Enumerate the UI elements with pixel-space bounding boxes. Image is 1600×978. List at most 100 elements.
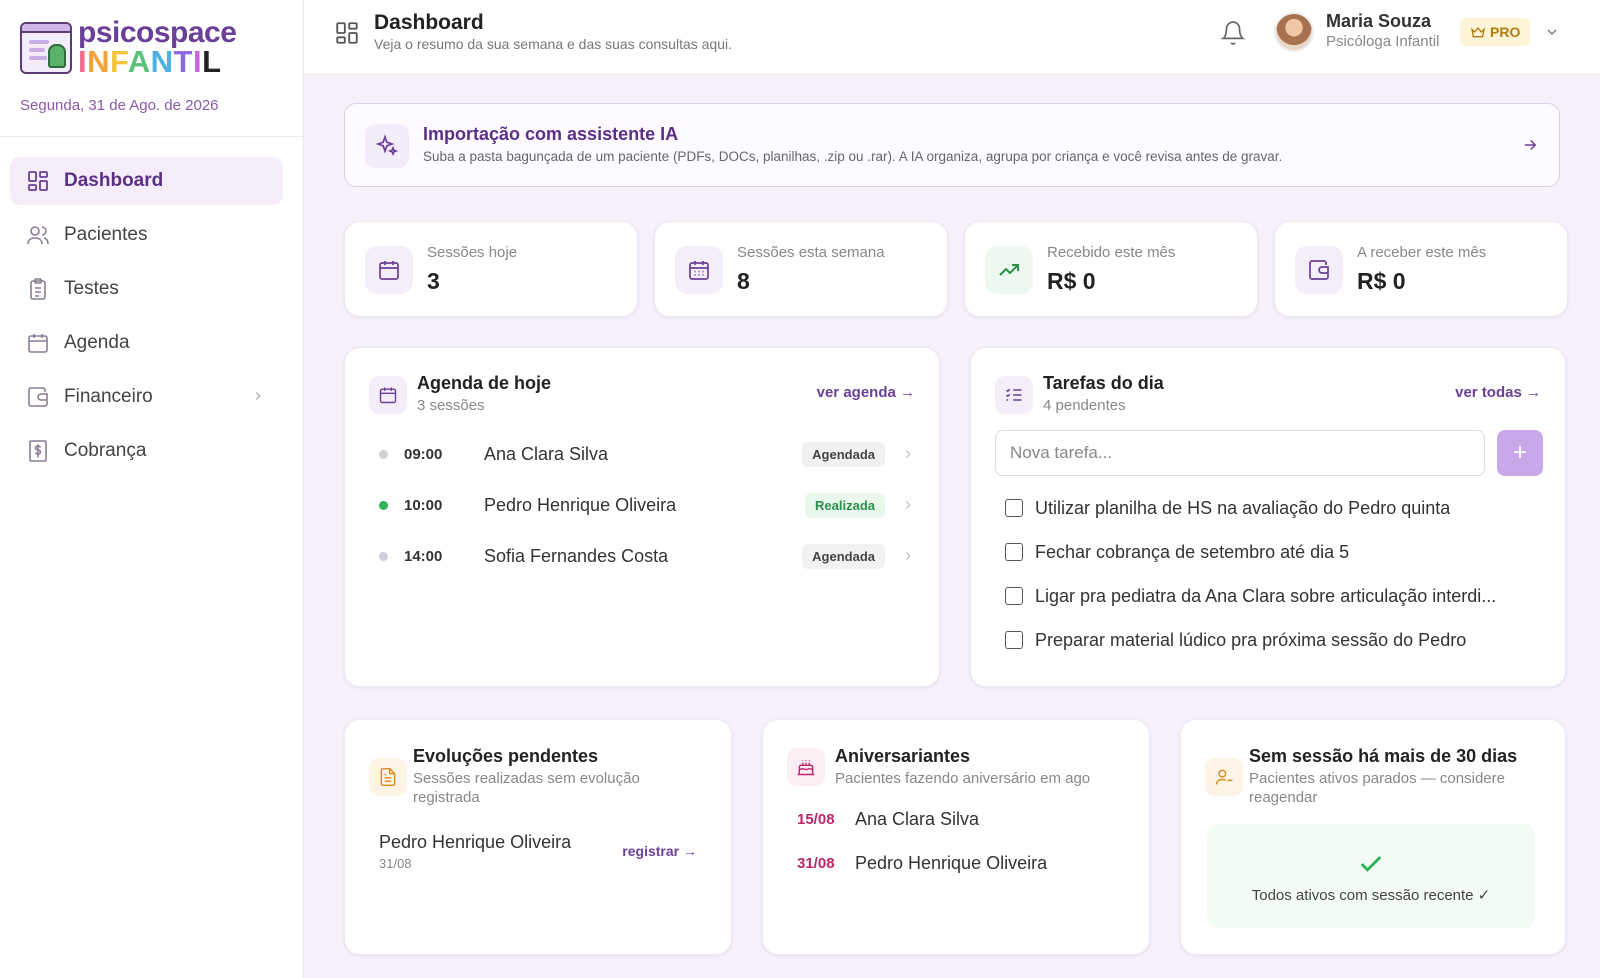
stat-card-sessions-today: Sessões hoje 3: [344, 221, 638, 317]
status-badge: Agendada: [802, 543, 885, 569]
calendar-icon: [28, 334, 48, 353]
status-dot: [379, 449, 388, 459]
task-item[interactable]: Ligar pra pediatra da Ana Clara sobre ar…: [1005, 581, 1545, 611]
ai-banner-subtitle: Suba a pasta bagunçada de um paciente (P…: [423, 149, 1283, 164]
stat-card-sessions-week: Sessões esta semana 8: [654, 221, 948, 317]
task-text: Ligar pra pediatra da Ana Clara sobre ar…: [1035, 585, 1497, 606]
ai-import-banner[interactable]: Importação com assistente IA Suba a past…: [344, 103, 1560, 187]
trending-up-icon: [985, 246, 1033, 294]
birthdays-subtitle: Pacientes fazendo aniversário em ago: [835, 770, 1091, 787]
sparkles-icon: [365, 124, 409, 168]
view-all-tasks-link[interactable]: ver todas →: [1455, 384, 1541, 401]
wallet-icon: [28, 387, 48, 407]
appointment-patient: Sofia Fernandes Costa: [484, 545, 669, 566]
birthday-row[interactable]: 31/08 Pedro Henrique Oliveira: [797, 853, 1047, 874]
avatar[interactable]: [1274, 12, 1314, 52]
plan-badge: PRO: [1460, 18, 1531, 46]
calendar-icon: [365, 246, 413, 294]
appointment-row[interactable]: 10:00 Pedro Henrique Oliveira Realizada: [369, 485, 919, 525]
inactive-patients-card: Sem sessão há mais de 30 dias Pacientes …: [1180, 719, 1566, 955]
sidebar-item-agenda[interactable]: Agenda: [10, 319, 283, 367]
birthdays-title: Aniversariantes: [835, 746, 971, 766]
sidebar-item-testes[interactable]: Testes: [10, 265, 283, 313]
stat-label: Sessões hoje: [427, 244, 518, 261]
chevron-right-icon: [255, 392, 261, 400]
sidebar-item-pacientes[interactable]: Pacientes: [10, 211, 283, 259]
task-checkbox[interactable]: [1005, 631, 1023, 649]
inactive-subtitle: Pacientes ativos parados — considere rea…: [1249, 770, 1505, 806]
appointment-time: 14:00: [404, 547, 443, 565]
main-content: Importação com assistente IA Suba a past…: [304, 75, 1600, 978]
appointment-time: 10:00: [404, 496, 443, 514]
sidebar-item-label: Agenda: [64, 332, 130, 353]
add-task-button[interactable]: +: [1497, 430, 1543, 476]
sidebar-item-cobranca[interactable]: Cobrança: [10, 427, 283, 475]
register-evolution-link[interactable]: registrar →: [622, 843, 697, 859]
task-text: Preparar material lúdico pra próxima ses…: [1035, 629, 1467, 650]
brand-area: psicospace INFANTIL Segunda, 31 de Ago. …: [0, 0, 303, 137]
logo-mascot-icon: [20, 21, 72, 74]
user-name: Maria Souza: [1326, 11, 1432, 31]
status-badge: Realizada: [805, 492, 885, 518]
stat-value: R$ 0: [1047, 268, 1096, 294]
status-dot: [379, 500, 388, 510]
birthday-date: 31/08: [797, 855, 835, 872]
sidebar-item-label: Cobrança: [64, 440, 147, 461]
document-icon: [369, 758, 407, 796]
birthday-row[interactable]: 15/08 Ana Clara Silva: [797, 809, 979, 830]
appointment-patient: Pedro Henrique Oliveira: [484, 494, 677, 515]
new-task-input[interactable]: [995, 430, 1485, 476]
sidebar-item-label: Dashboard: [64, 170, 164, 191]
task-checkbox[interactable]: [1005, 543, 1023, 561]
task-item[interactable]: Utilizar planilha de HS na avaliação do …: [1005, 493, 1545, 523]
calendar-icon: [369, 376, 407, 414]
checklist-icon: [995, 376, 1033, 414]
sidebar-item-dashboard[interactable]: Dashboard: [10, 157, 283, 205]
appointment-row[interactable]: 14:00 Sofia Fernandes Costa Agendada: [369, 536, 919, 576]
task-item[interactable]: Preparar material lúdico pra próxima ses…: [1005, 625, 1545, 655]
users-icon: [27, 226, 49, 245]
agenda-today-card: Agenda de hoje 3 sessões ver agenda → 09…: [344, 347, 940, 687]
page-title: Dashboard: [374, 11, 484, 34]
dollar-doc-icon: [29, 440, 47, 462]
birthday-name: Ana Clara Silva: [855, 809, 980, 829]
tasks-today-card: Tarefas do dia 4 pendentes ver todas → +…: [970, 347, 1566, 687]
user-role: Psicóloga Infantil: [1326, 33, 1440, 50]
chevron-down-icon[interactable]: [1544, 24, 1560, 40]
sidebar-item-label: Testes: [64, 278, 119, 299]
calendar-grid-icon: [675, 246, 723, 294]
view-agenda-link[interactable]: ver agenda →: [817, 384, 915, 401]
stat-card-received-month: Recebido este mês R$ 0: [964, 221, 1258, 317]
birthday-name: Pedro Henrique Oliveira: [855, 853, 1048, 873]
pending-session-date: 31/08: [379, 856, 412, 871]
task-item[interactable]: Fechar cobrança de setembro até dia 5: [1005, 537, 1545, 567]
logo[interactable]: psicospace INFANTIL: [20, 18, 303, 77]
dashboard-icon: [28, 171, 48, 191]
stat-value: R$ 0: [1357, 268, 1406, 294]
user-clock-icon: [1205, 758, 1243, 796]
crown-icon: [1470, 26, 1486, 38]
current-date: Segunda, 31 de Ago. de 2026: [20, 97, 219, 114]
stat-label: A receber este mês: [1357, 244, 1487, 261]
appointment-row[interactable]: 09:00 Ana Clara Silva Agendada: [369, 434, 919, 474]
sidebar-item-label: Financeiro: [64, 386, 153, 407]
plan-badge-label: PRO: [1490, 24, 1521, 40]
pending-evolutions-card: Evoluções pendentes Sessões realizadas s…: [344, 719, 732, 955]
bell-icon[interactable]: [1220, 20, 1246, 46]
chevron-right-icon: [905, 450, 911, 458]
cake-icon: [787, 748, 825, 786]
ai-banner-title: Importação com assistente IA: [423, 124, 679, 144]
empty-state-text: Todos ativos com sessão recente ✓: [1251, 887, 1491, 904]
task-checkbox[interactable]: [1005, 587, 1023, 605]
agenda-title: Agenda de hoje: [417, 373, 552, 393]
sidebar-item-label: Pacientes: [64, 224, 148, 245]
wallet-icon: [1295, 246, 1343, 294]
check-icon: [1360, 856, 1382, 872]
sidebar: psicospace INFANTIL Segunda, 31 de Ago. …: [0, 0, 304, 978]
sidebar-nav: Dashboard Pacientes Testes Agenda Financ…: [0, 137, 303, 475]
tasks-subtitle: 4 pendentes: [1043, 397, 1126, 414]
sidebar-item-financeiro[interactable]: Financeiro: [10, 373, 283, 421]
task-checkbox[interactable]: [1005, 499, 1023, 517]
task-text: Utilizar planilha de HS na avaliação do …: [1035, 497, 1451, 518]
stat-value: 3: [427, 268, 440, 294]
